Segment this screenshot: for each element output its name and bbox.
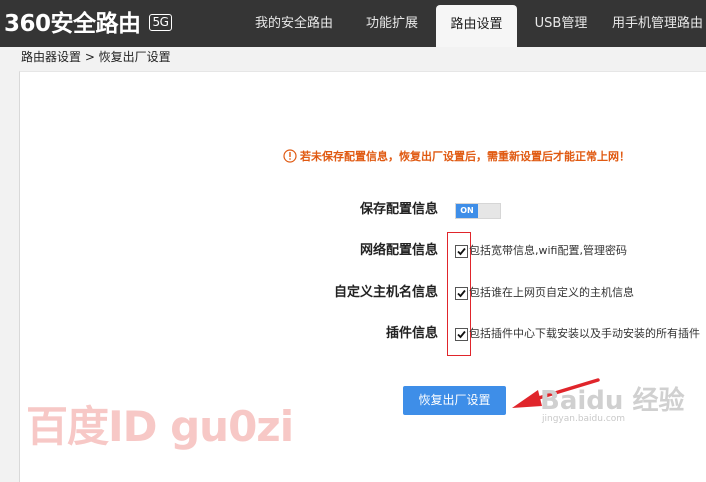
- hostname-checkbox[interactable]: [455, 287, 468, 300]
- network-config-desc: 包括宽带信息,wifi配置,管理密码: [469, 244, 627, 257]
- tab-router-settings[interactable]: 路由设置: [436, 5, 517, 47]
- save-config-toggle[interactable]: ON: [455, 203, 501, 219]
- tab-my-router[interactable]: 我的安全路由: [243, 0, 345, 47]
- brand-logo-text: 360安全路由: [4, 11, 141, 37]
- baidu-jingyan-logo: Baidu 经验 jingyan.baidu.com: [528, 381, 693, 441]
- breadcrumb: 路由器设置 > 恢复出厂设置: [21, 50, 171, 64]
- network-config-label: 网络配置信息: [359, 243, 438, 258]
- warning-message: 若未保存配置信息，恢复出厂设置后，需重新设置后才能正常上网！: [300, 150, 630, 163]
- plugin-label: 插件信息: [385, 326, 438, 341]
- check-icon: [457, 330, 466, 339]
- plugin-checkbox[interactable]: [455, 328, 468, 341]
- baidu-logo-text: Baidu 经验: [540, 386, 685, 416]
- plugin-desc: 包括插件中心下载安装以及手动安装的所有插件: [469, 327, 700, 340]
- brand-5g-badge: 5G: [148, 14, 173, 31]
- tab-extensions[interactable]: 功能扩展: [355, 0, 429, 47]
- tab-usb-management[interactable]: USB管理: [527, 0, 595, 47]
- watermark-text: 百度ID gu0zi: [26, 402, 294, 451]
- hostname-label: 自定义主机名信息: [333, 285, 438, 300]
- brand-logo: 360安全路由 5G: [4, 10, 173, 38]
- save-config-label: 保存配置信息: [359, 202, 438, 217]
- tab-mobile-management[interactable]: 用手机管理路由: [612, 0, 706, 47]
- check-icon: [457, 289, 466, 298]
- factory-reset-button[interactable]: 恢复出厂设置: [403, 386, 506, 415]
- network-config-checkbox[interactable]: [455, 245, 468, 258]
- warning-icon: [283, 149, 297, 163]
- toggle-on-text: ON: [456, 204, 478, 218]
- top-nav-bar: 360安全路由 5G 我的安全路由 功能扩展 路由设置 USB管理 用手机管理路由: [0, 0, 706, 47]
- baidu-url: jingyan.baidu.com: [542, 414, 626, 424]
- hostname-desc: 包括谁在上网页自定义的主机信息: [469, 286, 634, 299]
- check-icon: [457, 247, 466, 256]
